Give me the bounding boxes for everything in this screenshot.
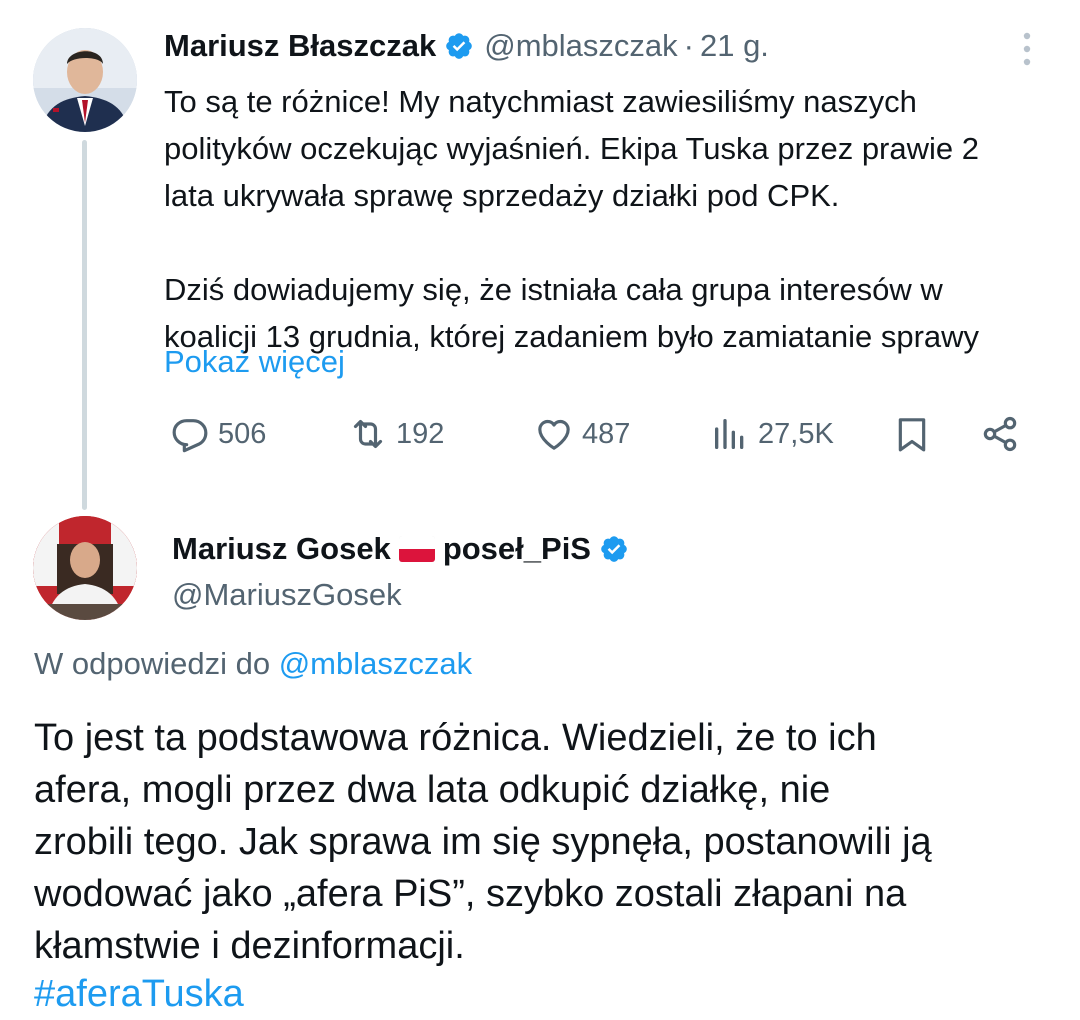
like-count: 487 bbox=[582, 417, 631, 450]
poland-flag-icon bbox=[398, 536, 435, 562]
tweet-timestamp[interactable]: 21 g. bbox=[700, 28, 769, 64]
verified-badge-icon bbox=[601, 536, 627, 562]
author-handle[interactable]: @MariuszGosek bbox=[172, 574, 629, 616]
tweet-text-line: To są te różnice! My natychmiast zawiesi… bbox=[164, 84, 917, 119]
tweet-text-line: kłamstwie i dezinformacji. bbox=[34, 925, 465, 967]
tweet-action-bar: 506 192 487 27,5K bbox=[164, 406, 1034, 462]
reply-button[interactable]: 506 bbox=[170, 406, 266, 462]
like-icon bbox=[538, 419, 570, 450]
like-button[interactable]: 487 bbox=[534, 406, 630, 462]
more-options-icon[interactable] bbox=[1016, 30, 1038, 68]
hashtag-link[interactable]: #aferaTuska bbox=[34, 968, 244, 1020]
author-name[interactable]: Mariusz Błaszczak bbox=[164, 28, 436, 64]
tweet-text-line: wodować jako „afera PiS”, szybko zostali… bbox=[34, 873, 907, 915]
reply-context: W odpowiedzi do @mblaszczak bbox=[34, 646, 472, 682]
reply-to-mention-link[interactable]: @mblaszczak bbox=[279, 646, 472, 681]
tweet-text-line: zrobili tego. Jak sprawa im się sypnęła,… bbox=[34, 821, 932, 863]
tweet-text-line: Dziś dowiadujemy się, że istniała cała g… bbox=[164, 272, 943, 307]
parent-tweet-text: To są te różnice! My natychmiast zawiesi… bbox=[164, 78, 1054, 360]
reply-to-label: W odpowiedzi do bbox=[34, 646, 271, 681]
tweet-thread-view: Mariusz Błaszczak @mblaszczak · 21 g. To… bbox=[0, 0, 1080, 1020]
reply-count: 506 bbox=[218, 417, 267, 450]
views-button[interactable]: 27,5K bbox=[710, 406, 834, 462]
retweet-count: 192 bbox=[396, 417, 445, 450]
thread-connector-line bbox=[82, 140, 87, 510]
parent-tweet-header: Mariusz Błaszczak @mblaszczak · 21 g. bbox=[164, 24, 769, 68]
tweet-text-line: lata ukrywała sprawę sprzedaży działki p… bbox=[164, 178, 840, 213]
reply-icon bbox=[172, 419, 208, 453]
bookmark-button[interactable] bbox=[892, 406, 932, 462]
show-more-link[interactable]: Pokaż więcej bbox=[164, 338, 345, 385]
author-name[interactable]: Mariusz Gosek bbox=[172, 531, 391, 567]
avatar-mariusz-gosek[interactable] bbox=[33, 516, 137, 620]
views-icon bbox=[715, 419, 744, 449]
author-name-suffix[interactable]: poseł_PiS bbox=[443, 531, 591, 567]
share-icon bbox=[983, 416, 1017, 452]
tweet-text-line: To jest ta podstawowa różnica. Wiedzieli… bbox=[34, 717, 877, 759]
tweet-text-line: afera, mogli przez dwa lata odkupić dzia… bbox=[34, 769, 831, 811]
retweet-button[interactable]: 192 bbox=[348, 406, 444, 462]
reply-tweet-text: To jest ta podstawowa różnica. Wiedzieli… bbox=[34, 712, 1054, 972]
retweet-icon bbox=[353, 419, 383, 449]
views-count: 27,5K bbox=[758, 417, 834, 450]
share-button[interactable] bbox=[980, 406, 1020, 462]
author-handle[interactable]: @mblaszczak bbox=[484, 28, 677, 64]
separator-dot: · bbox=[683, 28, 694, 63]
reply-tweet-header: Mariusz Gosek poseł_PiS @MariuszGosek bbox=[172, 528, 629, 616]
verified-badge-icon bbox=[446, 33, 473, 59]
bookmark-icon bbox=[898, 418, 926, 452]
tweet-text-line: polityków oczekując wyjaśnień. Ekipa Tus… bbox=[164, 131, 979, 166]
avatar-mariusz-blaszczak[interactable] bbox=[33, 28, 137, 132]
